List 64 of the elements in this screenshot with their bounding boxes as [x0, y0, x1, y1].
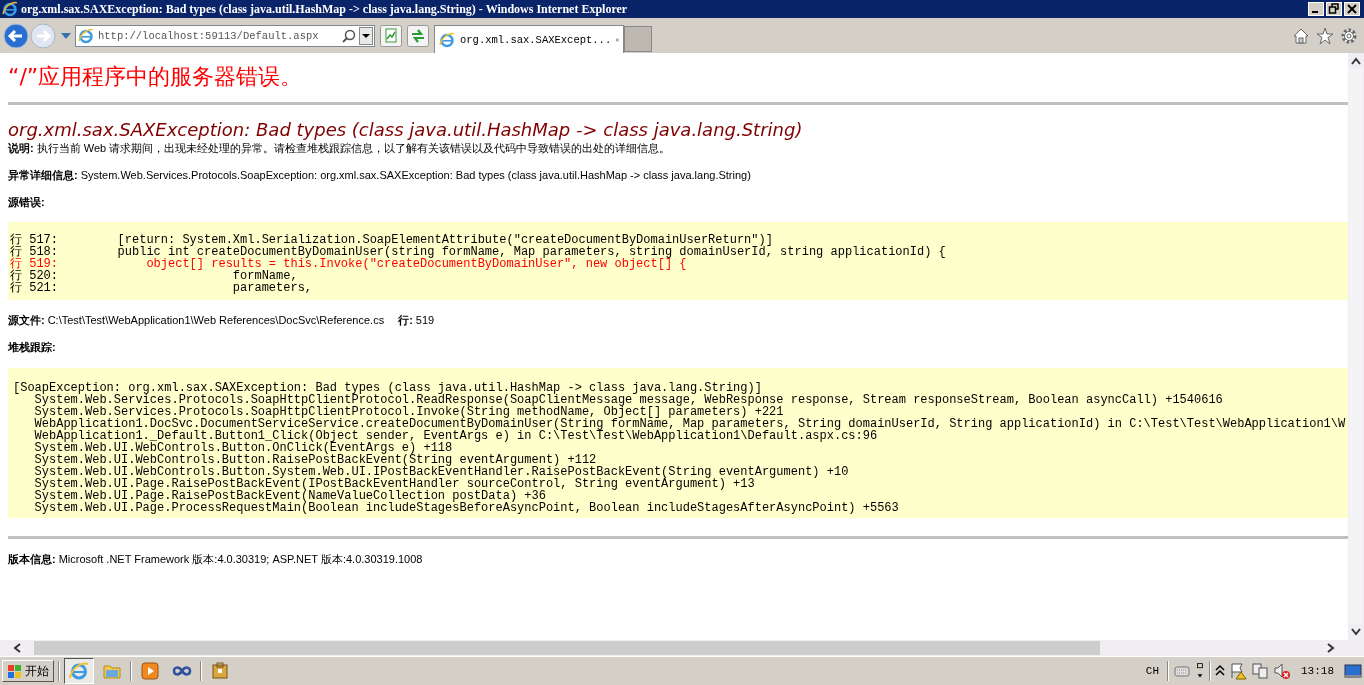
stack-trace-line: System.Web.UI.WebControls.Button.System.Web.UI.IPostBackEventHandler.RaisePostBackEvent(String eventArgument) +10 — [33, 466, 849, 478]
stack-trace-line: WebApplication1._Default.Button1_Click(Object sender, EventArgs e) in C:\Test\Test\WebApplication1\Default.aspx.cs:96 — [33, 430, 878, 442]
stack-trace-line: System.Web.Services.Protocols.SoapHttpClientProtocol.ReadResponse(SoapClientMessage message, WebResponse response, Stream responseStream, Boolean asyncCall) +1540616 — [34, 394, 1223, 406]
line-number-value: 519 — [415, 313, 435, 327]
compatibility-view-button[interactable] — [380, 24, 402, 47]
line-number: 行 517: — [10, 234, 59, 246]
window-title: org.xml.sax.SAXException: Bad types (class java.util.HashMap -> class java.lang.String) - Windows Internet Explorer — [21, 1, 629, 17]
browser-logo-icon — [2, 1, 18, 17]
address-bar[interactable]: http://localhost:59113/Default.aspx — [75, 24, 375, 47]
line-number: 行 521: — [10, 282, 59, 294]
field-label: 版本信息: — [8, 552, 56, 566]
code-line: formName, — [231, 270, 298, 282]
code-line: [return: System.Xml.Serialization.SoapElementAttribute("createDocumentByDomainUserReturn")] — [116, 234, 773, 246]
code-line: public int createDocumentByDomainUser(string formName, Map parameters, string domainUserId, string applicationId) { — [116, 246, 946, 258]
line-number: 行 518: — [10, 246, 59, 258]
stack-trace-line: [SoapException: org.xml.sax.SAXException: Bad types (class java.util.HashMap -> class java.lang.String)] — [13, 382, 762, 394]
clock[interactable]: 13:18 — [1301, 665, 1334, 677]
file-path: C:\Test\Test\WebApplication1\Web References\DocSvc\Reference.cs — [47, 313, 385, 327]
field-label: 行: — [398, 313, 413, 327]
stack-trace-line: System.Web.UI.WebControls.Button.OnClick(EventArgs e) +118 — [33, 442, 453, 454]
browser-logo-icon[interactable] — [64, 658, 94, 684]
error-title: org.xml.sax.SAXException: Bad types (class java.util.HashMap -> class java.lang.String) — [8, 119, 804, 141]
close-button[interactable] — [1344, 2, 1360, 16]
browser-tab[interactable]: org.xml.sax.SAXExcept... — [434, 25, 624, 53]
stack-trace-line: System.Web.UI.Page.RaisePostBackEvent(NameValueCollection postData) +36 — [33, 490, 546, 502]
back-button[interactable] — [3, 22, 29, 49]
stack-trace-line: System.Web.UI.WebControls.Button.RaisePostBackEvent(String eventArgument) +112 — [33, 454, 597, 466]
exception-details-text: System.Web.Services.Protocols.SoapException: org.xml.sax.SAXException: Bad types (class java.util.HashMap -> class java.lang.String) — [80, 168, 751, 182]
stack-trace-line: System.Web.UI.Page.ProcessRequestMain(Boolean includeStagesBeforeAsyncPoint, Boolean includeStagesAfterAsyncPoint) +5563 — [33, 502, 899, 514]
description-text: 执行当前 Web 请求期间，出现未经处理的异常。请检查堆栈跟踪信息，以了解有关该错误以及代码中导致错误的出处的详细信息。 — [36, 141, 671, 155]
line-number: 行 519: — [10, 258, 59, 270]
search-icon[interactable] — [342, 28, 356, 43]
start-button[interactable]: 开始 — [2, 660, 54, 682]
options-icon[interactable] — [1195, 662, 1205, 680]
network-icon[interactable] — [1251, 662, 1269, 680]
version-text: Microsoft .NET Framework 版本:4.0.30319; ASP.NET 版本:4.0.30319.1008 — [58, 552, 423, 566]
stack-trace-line: System.Web.Services.Protocols.SoapHttpClientProtocol.Invoke(String methodName, Object[] parameters) +221 — [33, 406, 784, 418]
field-label: 异常详细信息: — [8, 168, 78, 182]
dropdown-arrow-icon[interactable] — [61, 32, 71, 39]
show-desktop-icon[interactable] — [1344, 662, 1362, 680]
warning-flag-icon[interactable] — [1229, 662, 1247, 680]
browser-logo-icon — [78, 27, 94, 44]
speaker-muted-icon[interactable] — [1273, 662, 1291, 680]
stack-trace-line: System.Web.UI.Page.RaisePostBackEvent(IPostBackEventHandler sourceControl, String eventArgument) +13 — [33, 478, 755, 490]
windows-logo-icon — [7, 663, 23, 679]
refresh-button[interactable] — [407, 24, 429, 47]
settings-icon[interactable] — [1340, 26, 1358, 45]
dropdown-button[interactable] — [359, 26, 373, 45]
restore-button[interactable] — [1326, 2, 1342, 16]
star-icon[interactable] — [1316, 26, 1334, 45]
line-number: 行 520: — [10, 270, 59, 282]
field-label: 源文件: — [8, 313, 45, 327]
page-heading: “/”应用程序中的服务器错误。 — [8, 64, 304, 90]
field-label: 堆栈跟踪: — [8, 340, 56, 354]
browser-logo-icon — [439, 31, 455, 48]
field-label: 说明: — [8, 141, 34, 155]
code-line: parameters, — [231, 282, 313, 294]
minimize-button[interactable] — [1308, 2, 1324, 16]
code-line: object[] results = this.Invoke("createDocumentByDomainUser", new object[] { — [146, 258, 687, 270]
vertical-scrollbar[interactable] — [1348, 53, 1364, 640]
stack-trace-line: WebApplication1.DocSvc.DocumentServiceService.createDocumentByDomainUser(String formName, Map parameters, String domainUserId, String applicationId) in C:\Test\Test\WebApplication1\W — [33, 418, 1346, 430]
field-label: 源错误: — [8, 195, 45, 209]
home-icon[interactable] — [1292, 26, 1310, 45]
input-language[interactable]: CH — [1145, 665, 1159, 677]
